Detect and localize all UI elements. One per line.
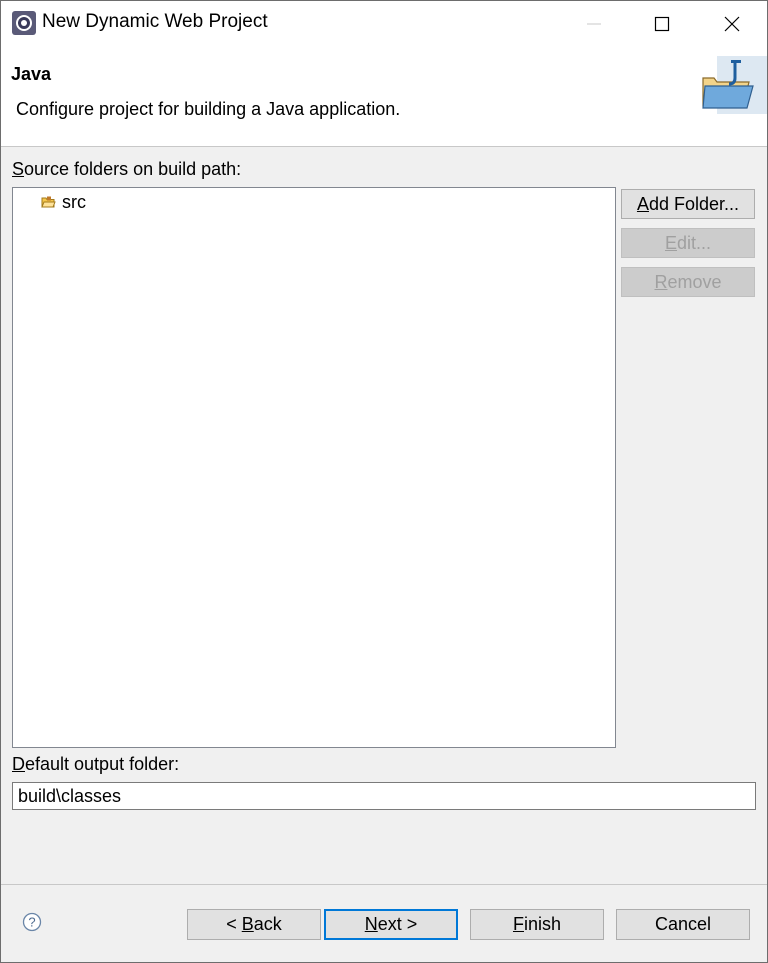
- java-folder-icon: [702, 56, 767, 114]
- close-button[interactable]: [709, 1, 755, 46]
- next-label: ext >: [377, 914, 418, 934]
- page-description: Configure project for building a Java ap…: [16, 99, 401, 119]
- cancel-button[interactable]: Cancel: [616, 909, 750, 940]
- maximize-icon: [654, 16, 670, 31]
- wizard-header: Java Configure project for building a Ja…: [1, 46, 767, 147]
- mnemonic-n: N: [364, 914, 378, 934]
- page-title: Java: [11, 64, 52, 84]
- footer-divider: [1, 884, 767, 885]
- remove-label: emove: [667, 271, 722, 292]
- maximize-button[interactable]: [639, 1, 685, 46]
- output-folder-input[interactable]: build\classes: [12, 782, 756, 810]
- mnemonic-e: E: [664, 232, 677, 253]
- edit-button[interactable]: Edit...: [621, 228, 755, 258]
- source-folder-icon: [41, 196, 56, 208]
- output-folder-label-text: efault output folder:: [25, 754, 180, 774]
- finish-button[interactable]: Finish: [470, 909, 604, 940]
- mnemonic-f: F: [512, 914, 524, 934]
- mnemonic-r: R: [654, 271, 668, 292]
- remove-button[interactable]: Remove: [621, 267, 755, 297]
- mnemonic-b: B: [241, 914, 254, 934]
- list-item[interactable]: src: [41, 192, 86, 213]
- help-icon[interactable]: ?: [22, 912, 42, 932]
- source-folders-label: Source folders on build path:: [12, 159, 241, 180]
- minimize-button[interactable]: [571, 1, 617, 46]
- close-icon: [724, 16, 740, 31]
- edit-label: dit...: [677, 232, 712, 253]
- mnemonic-d: D: [12, 754, 25, 774]
- list-item-label: src: [62, 192, 86, 212]
- minimize-icon: [587, 23, 601, 24]
- add-folder-button[interactable]: Add Folder...: [621, 189, 755, 219]
- mnemonic-s: S: [12, 159, 25, 179]
- add-folder-label: dd Folder...: [648, 193, 740, 214]
- svg-text:?: ?: [28, 915, 35, 930]
- output-folder-label: Default output folder:: [12, 754, 179, 775]
- wizard-window: New Dynamic Web Project Java Configure p…: [0, 0, 768, 963]
- back-label: ack: [253, 914, 282, 934]
- back-button[interactable]: < Back: [187, 909, 321, 940]
- mnemonic-a: A: [636, 193, 649, 214]
- finish-label: inish: [523, 914, 562, 934]
- source-folders-list[interactable]: src: [12, 187, 616, 748]
- window-title: New Dynamic Web Project: [42, 11, 268, 32]
- next-button[interactable]: Next >: [324, 909, 458, 940]
- eclipse-gear-icon: [12, 11, 36, 35]
- back-prefix: <: [226, 914, 242, 934]
- source-folders-label-text: ource folders on build path:: [24, 159, 242, 179]
- title-bar: New Dynamic Web Project: [1, 1, 767, 46]
